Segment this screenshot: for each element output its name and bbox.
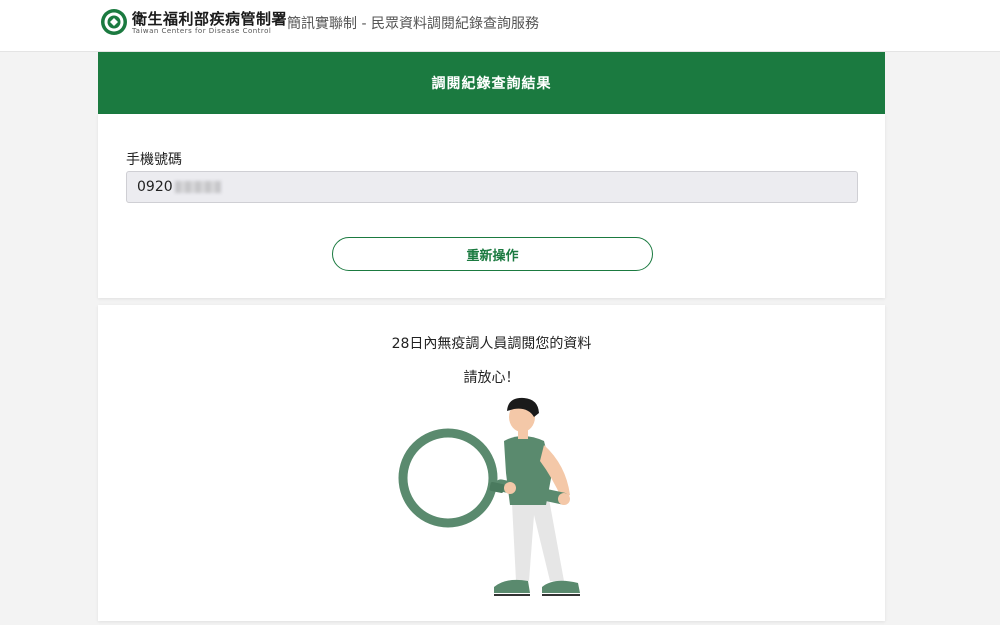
org-name: 衛生福利部疾病管制署 [132, 10, 288, 28]
result-banner: 調閱紀錄查詢結果 [98, 52, 885, 114]
result-reassurance: 請放心！ [463, 370, 520, 386]
result-message: 28日內無疫調人員調閱您的資料 [391, 336, 592, 352]
phone-value: 0920 [137, 179, 173, 195]
result-card: 28日內無疫調人員調閱您的資料 請放心！ [98, 305, 885, 621]
reset-button[interactable]: 重新操作 [332, 237, 653, 271]
redacted-digits [174, 181, 221, 193]
phone-field: 0920 [126, 171, 858, 203]
service-title: 簡訊實聯制 - 民眾資料調閱紀錄查詢服務 [287, 16, 539, 32]
banner-title: 調閱紀錄查詢結果 [431, 76, 552, 92]
top-bar: 衛生福利部疾病管制署 Taiwan Centers for Disease Co… [0, 0, 1000, 52]
magnifying-glass-person-illustration [398, 397, 580, 596]
cdc-logo-icon [101, 9, 127, 35]
phone-label: 手機號碼 [126, 152, 182, 168]
phone-card: 手機號碼 0920 重新操作 [98, 114, 885, 298]
org-name-en: Taiwan Centers for Disease Control [132, 27, 272, 35]
